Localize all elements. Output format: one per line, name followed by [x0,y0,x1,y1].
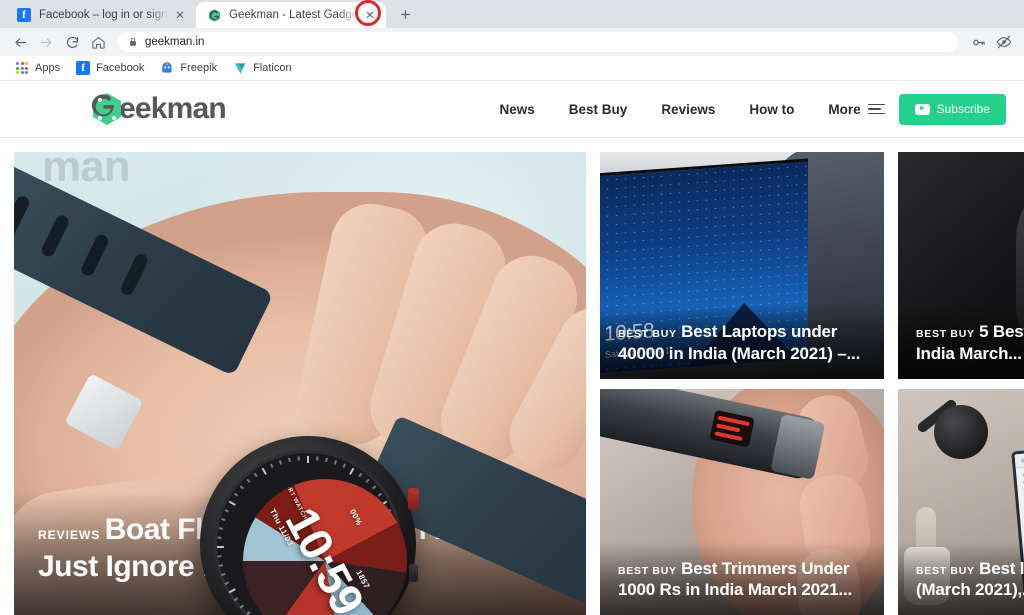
subscribe-button[interactable]: Subscribe [898,93,1006,125]
facebook-icon: f [16,7,32,23]
tab-close-button[interactable]: ✕ [362,7,378,23]
bookmark-freepik[interactable]: Freepik [153,58,224,78]
watch-bezel: SPORT WATCH Thu 11/03 00% 1857 10:59 [214,450,407,615]
nav-item-how-to[interactable]: How to [732,102,811,117]
youtube-play-icon [914,103,930,115]
lamp-head [934,404,988,459]
bookmark-flaticon[interactable]: Flaticon [226,58,299,78]
address-bar[interactable]: geekman.in [118,32,958,52]
tab-title: Geekman - Latest Gadgets Revie [229,9,358,21]
subscribe-label: Subscribe [936,102,990,116]
watch-crown-red [408,488,419,510]
card-overlay: BEST BUY 5 Best Gaming Mo… India March..… [898,305,1024,379]
hero-article-card[interactable]: man SPORT WATCH Thu 11/03 00% 1857 10:59… [14,152,586,615]
site-header: eekman News Best Buy Reviews How to More… [0,81,1024,138]
eye-slash-icon[interactable] [992,30,1016,54]
watch-battery-text: 00% [347,507,364,528]
bookmark-facebook[interactable]: f Facebook [69,58,151,78]
home-button[interactable] [86,30,110,54]
hamburger-icon[interactable] [867,103,885,115]
card-category: BEST BUY [916,564,975,577]
card-overlay: BEST BUY Best Laptops under 40000 in Ind… [600,305,884,379]
article-column-2: 10:58 Saturday, May 1 BEST BUY Best Lapt… [600,152,884,615]
freepik-icon [160,61,174,75]
apps-grid-icon [15,61,29,75]
address-bar-url: geekman.in [145,36,205,48]
reload-button[interactable] [60,30,84,54]
article-card-laptops-desk[interactable]: BEST BUY Best laptops unde… (March 2021)… [898,388,1024,615]
browser-chrome-mock [1014,437,1024,468]
web-page: eekman News Best Buy Reviews How to More… [0,81,1024,615]
browser-toolbar: geekman.in [0,28,1024,56]
trimmer-display [709,409,755,448]
lock-icon [128,37,138,47]
tab-close-button[interactable]: ✕ [172,7,188,23]
watch-button [409,564,418,582]
nav-item-news[interactable]: News [483,102,552,117]
bookmark-label: Flaticon [253,62,292,74]
bookmarks-bar: Apps f Facebook Freepik Flaticon [0,56,1024,81]
card-overlay: BEST BUY Best Trimmers Under 1000 Rs in … [600,541,884,615]
tab-geekman[interactable]: Geekman - Latest Gadgets Revie ✕ [196,2,386,28]
bookmark-label: Freepik [180,62,218,74]
nav-item-reviews[interactable]: Reviews [644,102,732,117]
bookmark-label: Facebook [96,62,145,74]
password-key-icon[interactable] [966,30,990,54]
article-column-3: BEST BUY 5 Best Gaming Mo… India March..… [898,152,1024,615]
bookmark-apps[interactable]: Apps [8,58,67,78]
tab-facebook[interactable]: f Facebook – log in or sign up ✕ [6,2,196,28]
new-tab-button[interactable] [392,1,418,27]
browser-window: f Facebook – log in or sign up ✕ Geekman… [0,0,1024,615]
site-nav: News Best Buy Reviews How to More Subscr… [483,93,1006,125]
article-grid: man SPORT WATCH Thu 11/03 00% 1857 10:59… [0,138,1024,615]
flaticon-icon [233,61,247,75]
card-category: BEST BUY [618,328,677,340]
article-card-gaming-mouse[interactable]: BEST BUY 5 Best Gaming Mo… India March..… [898,152,1024,379]
card-category: BEST BUY [916,328,975,340]
facebook-icon: f [76,61,91,75]
site-logo[interactable]: eekman [90,91,227,127]
nav-item-best-buy[interactable]: Best Buy [552,102,645,117]
card-category: BEST BUY [618,564,677,577]
geekman-icon [206,7,222,23]
tab-strip: f Facebook – log in or sign up ✕ Geekman… [0,0,1024,28]
forward-button[interactable] [34,30,58,54]
back-button[interactable] [8,30,32,54]
article-card-trimmers-1000[interactable]: BEST BUY Best Trimmers Under 1000 Rs in … [600,388,884,615]
tab-title: Facebook – log in or sign up [39,9,168,21]
bookmark-label: Apps [35,62,61,74]
hero-category: REVIEWS [38,527,101,542]
article-card-laptops-40000[interactable]: 10:58 Saturday, May 1 BEST BUY Best Lapt… [600,152,884,379]
site-logo-text: eekman [119,92,227,125]
card-overlay: BEST BUY Best laptops unde… (March 2021)… [898,541,1024,615]
geekman-hexagon-logo-icon [90,91,124,127]
